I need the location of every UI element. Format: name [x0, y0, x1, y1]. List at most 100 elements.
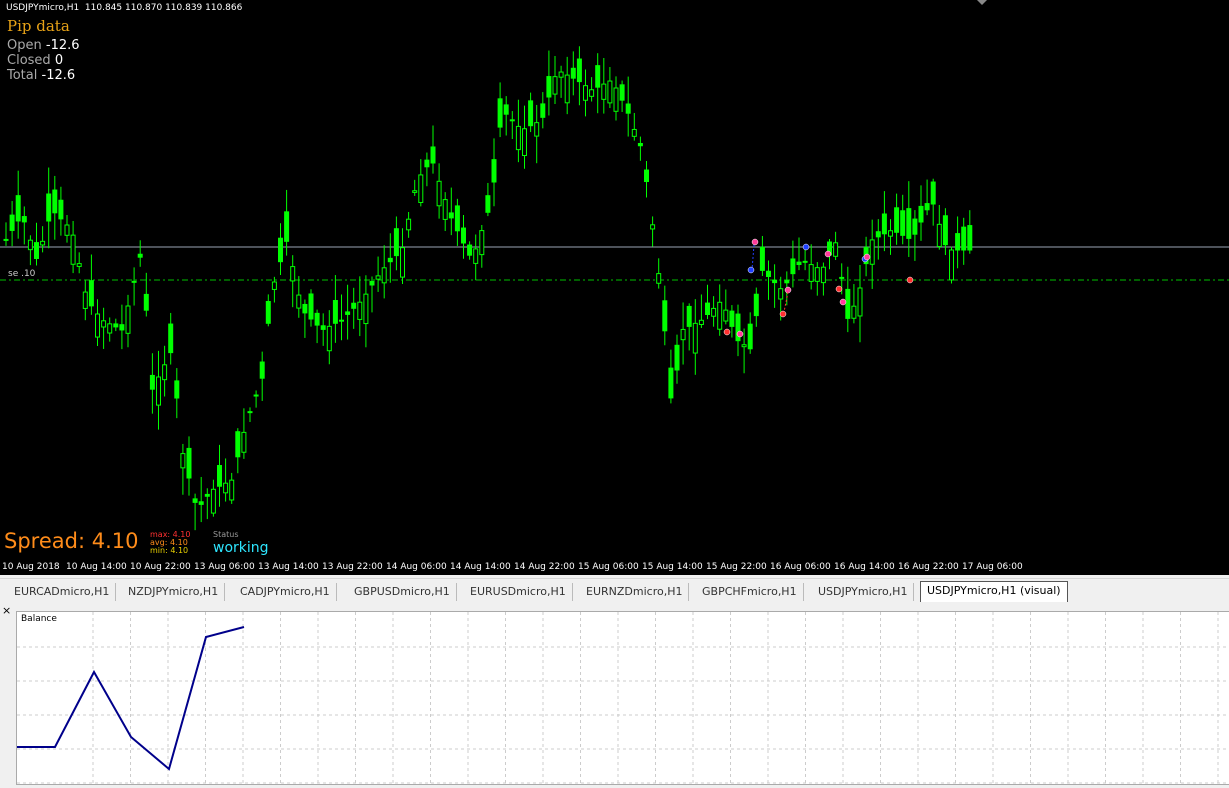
- candle-body: [369, 280, 375, 286]
- candle-body: [564, 74, 570, 104]
- candle-body: [345, 311, 351, 315]
- candlestick-canvas[interactable]: [0, 0, 1229, 575]
- candle-body: [314, 312, 320, 326]
- time-axis-label: 15 Aug 14:00: [642, 562, 703, 572]
- candle-body: [70, 234, 76, 265]
- candle-body: [729, 310, 735, 327]
- candle-body: [796, 261, 802, 265]
- balance-chart: Balance: [16, 611, 1229, 785]
- time-axis-label: 15 Aug 06:00: [578, 562, 639, 572]
- candle-body: [375, 275, 381, 280]
- tester-graph-panel: × Balance: [0, 604, 1229, 785]
- candle-body: [296, 294, 302, 309]
- candle-body: [320, 325, 326, 330]
- candle-body: [95, 313, 100, 338]
- candle-body: [808, 264, 814, 282]
- candle-body: [454, 205, 460, 232]
- chart-tab[interactable]: GBPCHFmicro,H1: [696, 583, 804, 601]
- candle-body: [467, 244, 473, 256]
- candle-body: [723, 309, 729, 322]
- candle-body: [534, 122, 540, 137]
- chart-tab[interactable]: EURUSDmicro,H1: [464, 583, 573, 601]
- candle-body: [46, 193, 52, 222]
- candle-body: [595, 65, 601, 88]
- chart-tab[interactable]: GBPUSDmicro,H1: [348, 583, 457, 601]
- chart-header: USDJPYmicro,H1 110.845 110.870 110.839 1…: [6, 3, 243, 13]
- candle-body: [784, 280, 790, 284]
- candle-body: [34, 242, 39, 259]
- trade-link-line: [783, 291, 789, 313]
- candle-body: [851, 305, 857, 319]
- candle-body: [64, 224, 70, 236]
- candle-body: [363, 293, 369, 325]
- candle-body: [955, 233, 961, 251]
- trade-link-line: [751, 244, 755, 271]
- candle-body: [180, 453, 186, 469]
- chart-tab[interactable]: NZDJPYmicro,H1: [122, 583, 226, 601]
- candle-body: [149, 374, 155, 390]
- candle-body: [637, 142, 643, 147]
- spread-min-value: 4.10: [170, 546, 189, 555]
- candle-body: [839, 276, 845, 279]
- trade-marker-icon: [839, 298, 847, 306]
- chart-tab[interactable]: USDJPYmicro,H1 (visual): [920, 581, 1068, 602]
- candle-body: [339, 319, 344, 322]
- candle-body: [278, 237, 283, 263]
- candle-body: [741, 344, 747, 348]
- candle-body: [381, 267, 387, 284]
- candle-body: [210, 488, 216, 514]
- candle-body: [674, 344, 680, 371]
- candle-body: [900, 210, 906, 236]
- candle-body: [509, 119, 515, 122]
- candle-body: [82, 291, 88, 309]
- candle-body: [247, 411, 253, 414]
- candle-body: [619, 84, 625, 101]
- candle-body: [845, 288, 851, 319]
- chart-tab[interactable]: EURNZDmicro,H1: [580, 583, 690, 601]
- chart-tab[interactable]: EURCADmicro,H1: [8, 583, 117, 601]
- candle-body: [430, 146, 436, 164]
- time-axis-label: 14 Aug 06:00: [386, 562, 447, 572]
- candle-body: [546, 76, 552, 98]
- candle-body: [717, 301, 723, 330]
- candle-body: [119, 324, 125, 331]
- candle-body: [607, 80, 613, 104]
- candle-body: [753, 293, 759, 317]
- candle-body: [894, 207, 900, 233]
- candle-body: [503, 104, 509, 115]
- pip-total-row: Total -12.6: [7, 68, 75, 83]
- candle-body: [656, 273, 662, 284]
- candle-body: [235, 431, 241, 458]
- candle-body: [820, 266, 826, 284]
- candle-body: [698, 319, 704, 326]
- candle-body: [644, 169, 649, 182]
- candle-body: [686, 305, 692, 327]
- candle-body: [778, 288, 784, 300]
- candle-body: [833, 242, 839, 257]
- close-icon[interactable]: ×: [2, 604, 11, 617]
- time-axis: 10 Aug 2018 10 Aug 14:00 10 Aug 22:00 13 Au…: [0, 559, 1229, 575]
- candle-body: [418, 174, 424, 204]
- order-line-label: se .10: [8, 269, 36, 279]
- candle-body: [76, 263, 82, 267]
- time-axis-label: 16 Aug 06:00: [770, 562, 831, 572]
- candle-body: [265, 300, 271, 324]
- candle-body: [241, 431, 247, 453]
- candle-body: [942, 215, 948, 246]
- price-chart[interactable]: USDJPYmicro,H1 110.845 110.870 110.839 1…: [0, 0, 1229, 575]
- candle-body: [351, 302, 357, 309]
- candle-body: [143, 293, 149, 311]
- candle-body: [442, 199, 448, 220]
- candle-body: [924, 203, 930, 211]
- candle-body: [436, 180, 442, 207]
- candle-body: [52, 189, 58, 214]
- trade-marker-icon: [736, 330, 744, 338]
- chart-tab[interactable]: USDJPYmicro,H1: [812, 583, 915, 601]
- chart-tab[interactable]: CADJPYmicro,H1: [234, 583, 337, 601]
- candle-body: [759, 246, 765, 271]
- candle-body: [680, 328, 686, 341]
- time-axis-label: 14 Aug 22:00: [514, 562, 575, 572]
- candle-body: [790, 258, 796, 275]
- candle-body: [747, 323, 753, 350]
- candle-body: [949, 249, 954, 281]
